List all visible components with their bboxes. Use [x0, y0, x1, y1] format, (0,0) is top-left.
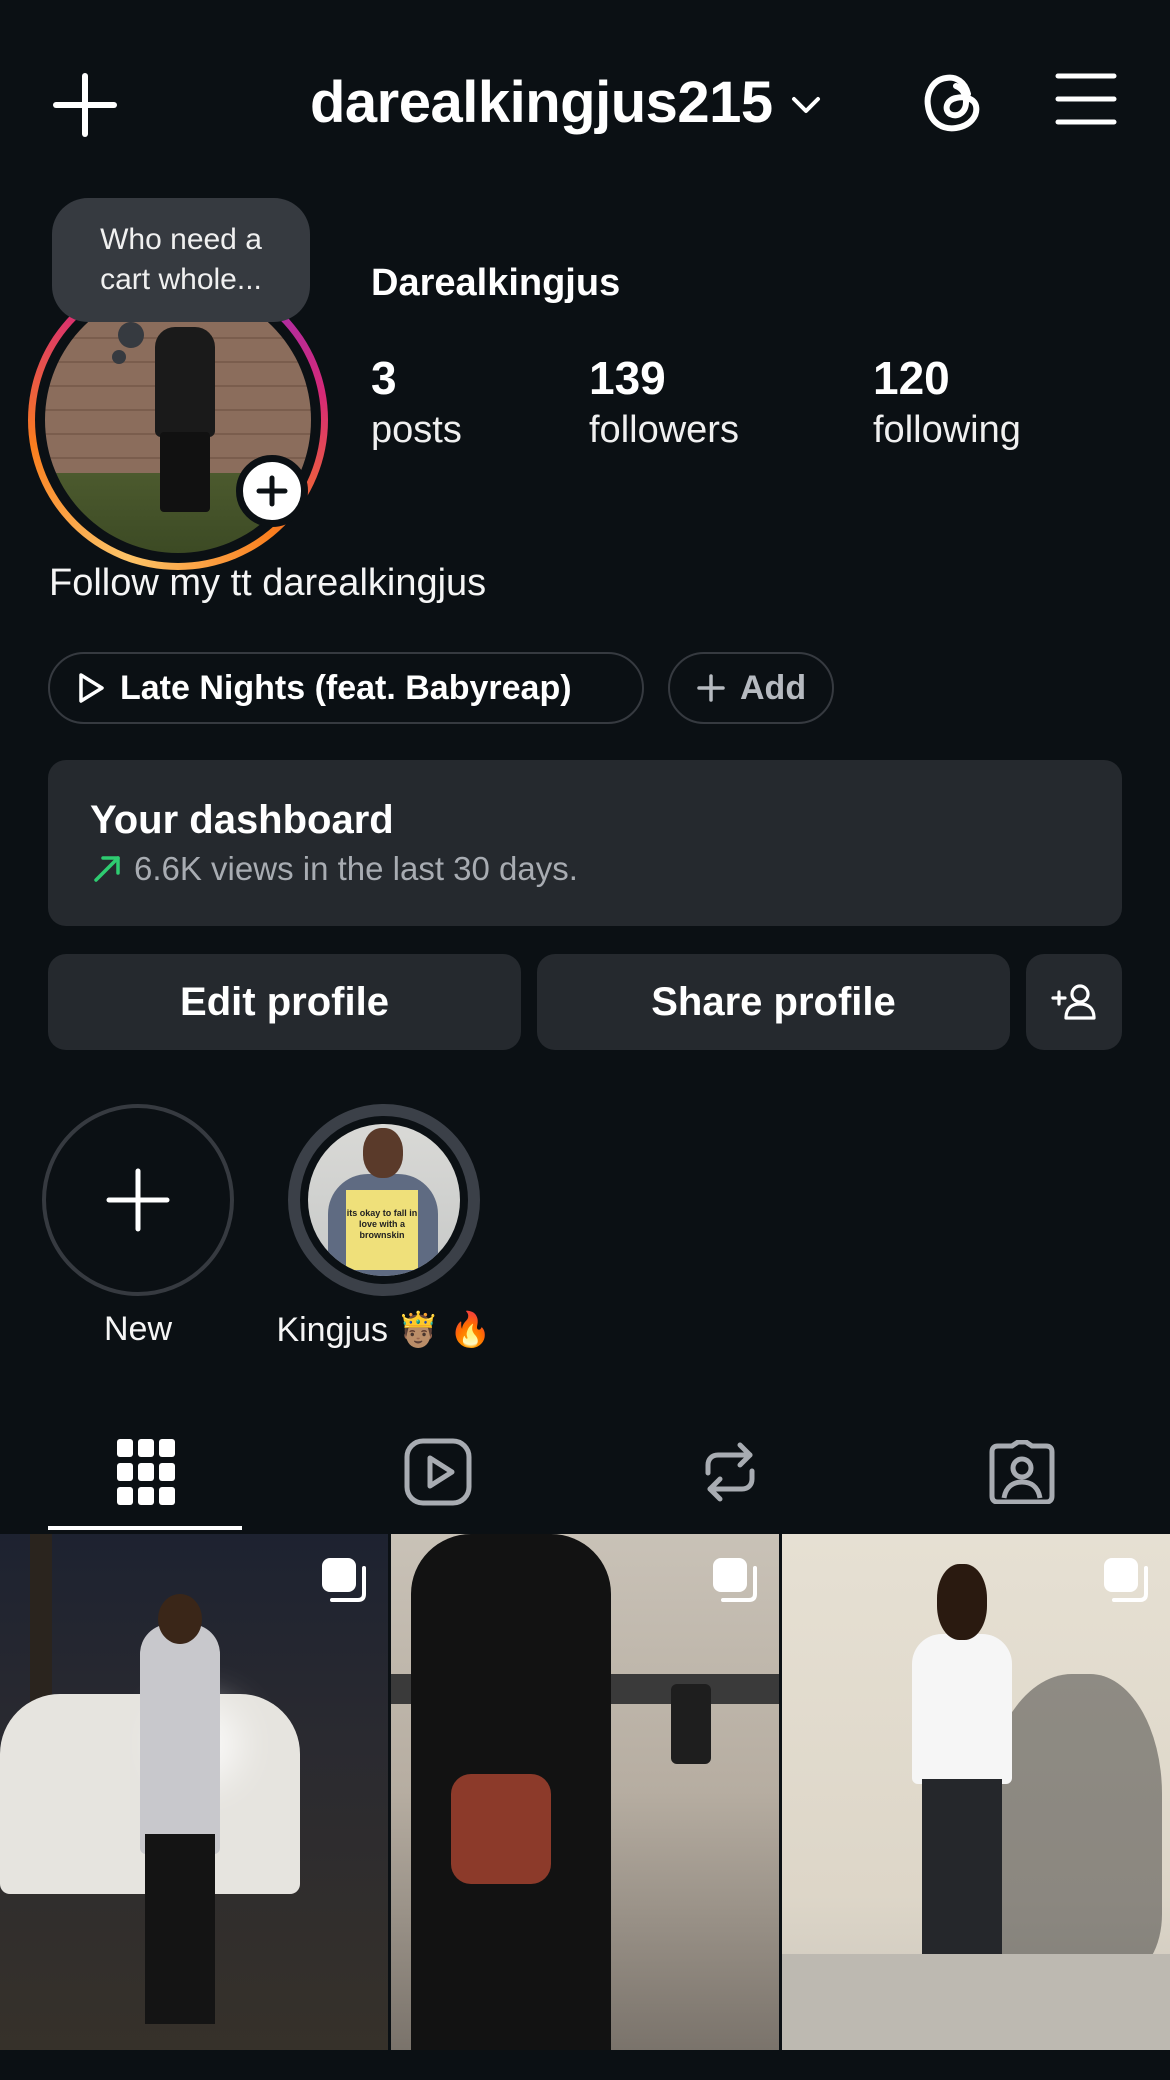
highlight-label: Kingjus 🤴🏽 🔥 [276, 1311, 492, 1349]
plus-icon [697, 674, 725, 702]
stat-followers[interactable]: 139 followers [589, 350, 739, 454]
note-bubble-tail-small [112, 350, 126, 364]
edit-profile-button[interactable]: Edit profile [48, 954, 521, 1050]
plus-icon [256, 475, 288, 507]
highlight-kingjus[interactable]: its okay to fall in love with a brownski… [276, 1104, 492, 1350]
person-white-shirt [912, 1634, 1012, 1784]
account-switcher[interactable]: darealkingjus215 [310, 62, 821, 142]
highlight-cover: its okay to fall in love with a brownski… [288, 1104, 480, 1296]
reels-icon [404, 1438, 472, 1506]
highlight-label: New [103, 1310, 173, 1348]
profile-music-pill[interactable]: Late Nights (feat. Babyreap) [48, 652, 644, 724]
chevron-down-icon [791, 97, 820, 113]
carousel-icon [1104, 1558, 1148, 1602]
bottom-edge [0, 2050, 1170, 2080]
profile-page: darealkingjus215 Who need a cart whole..… [0, 0, 1170, 2080]
post-thumbnail[interactable] [0, 1534, 388, 2050]
dashboard-views-text: 6.6K views in the last 30 days. [134, 850, 578, 887]
stat-following[interactable]: 120 following [873, 350, 1021, 454]
dashboard-title: Your dashboard [90, 798, 394, 842]
dispenser [671, 1684, 711, 1764]
play-icon [79, 673, 104, 703]
stat-value: 3 [371, 352, 397, 404]
add-label: Add [740, 668, 807, 707]
tab-reposts[interactable] [584, 1410, 876, 1534]
reposts-icon [705, 1442, 755, 1502]
posts-grid-icon [117, 1439, 175, 1505]
note-bubble[interactable]: Who need a cart whole... [52, 198, 310, 322]
tab-reels[interactable] [292, 1410, 584, 1534]
stat-value: 139 [589, 352, 666, 404]
bio: Follow my tt darealkingjus [49, 562, 487, 604]
username: darealkingjus215 [310, 69, 773, 135]
posts-grid [0, 1534, 1170, 2050]
person-head [937, 1564, 987, 1640]
hamburger-menu-icon[interactable] [1054, 70, 1118, 128]
post-thumbnail[interactable] [391, 1534, 779, 2050]
tagged-icon [989, 1440, 1055, 1504]
note-bubble-tail [118, 322, 144, 348]
edit-profile-label: Edit profile [180, 979, 389, 1024]
tab-tagged[interactable] [876, 1410, 1168, 1534]
plus-icon[interactable] [50, 70, 120, 140]
stat-posts[interactable]: 3 posts [371, 350, 462, 454]
music-title: Late Nights (feat. Babyreap) [120, 668, 572, 707]
avatar-person [155, 327, 215, 437]
active-tab-indicator [48, 1526, 242, 1530]
trending-up-arrow-icon [94, 856, 120, 882]
person-hoodie [140, 1624, 220, 1854]
share-profile-label: Share profile [651, 979, 896, 1024]
carousel-icon [322, 1558, 366, 1602]
avatar-person-legs [160, 432, 210, 512]
top-bar: darealkingjus215 [0, 0, 1170, 200]
highlight-new[interactable]: New [42, 1104, 234, 1349]
stat-label: following [873, 409, 1021, 451]
tab-posts[interactable] [0, 1410, 292, 1534]
stat-value: 120 [873, 352, 950, 404]
stat-label: posts [371, 409, 462, 451]
note-text: Who need a cart whole... [100, 223, 262, 296]
add-link-pill[interactable]: Add [668, 652, 834, 724]
highlight-new-circle [42, 1104, 234, 1296]
person-head [158, 1594, 202, 1644]
highlight-cover-image: its okay to fall in love with a brownski… [308, 1124, 460, 1276]
highlight-sign: its okay to fall in love with a brownski… [346, 1190, 418, 1270]
post-thumbnail[interactable] [782, 1534, 1170, 2050]
discover-people-button[interactable] [1026, 954, 1122, 1050]
dashboard-subtitle: 6.6K views in the last 30 days. [92, 850, 578, 888]
professional-dashboard[interactable]: Your dashboard 6.6K views in the last 30… [48, 760, 1122, 926]
carousel-icon [713, 1558, 757, 1602]
share-profile-button[interactable]: Share profile [537, 954, 1010, 1050]
highlight-person-face [363, 1128, 403, 1178]
stat-label: followers [589, 409, 739, 451]
shirt-graphic [451, 1774, 551, 1884]
sidewalk [782, 1954, 1170, 2050]
content-tabs [0, 1410, 1170, 1534]
plus-icon [106, 1168, 170, 1232]
add-person-icon [1051, 984, 1096, 1020]
display-name: Darealkingjus [371, 262, 621, 304]
threads-icon[interactable] [918, 66, 990, 138]
person-pants [145, 1834, 215, 2024]
add-story-button[interactable] [236, 455, 308, 527]
